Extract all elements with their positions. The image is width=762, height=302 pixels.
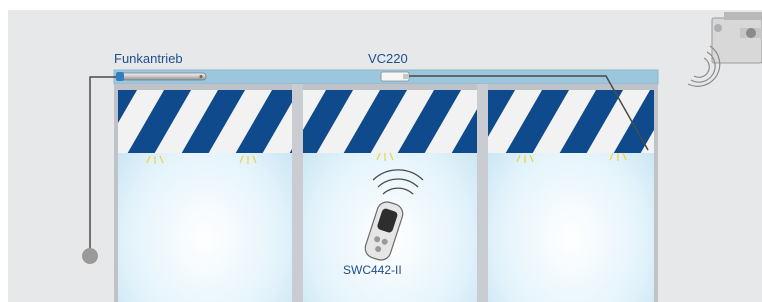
mullion-right bbox=[477, 84, 488, 302]
window-pane-left bbox=[118, 90, 292, 302]
motor-label: Funkantrieb bbox=[114, 51, 183, 66]
receiver-label: VC220 bbox=[368, 51, 408, 66]
window-pane-right bbox=[488, 90, 654, 302]
remote-label: SWC442-II bbox=[343, 263, 402, 277]
mullion-left bbox=[292, 84, 303, 302]
awning-system-diagram: Funkantrieb VC220 SWC442-II bbox=[0, 0, 762, 302]
diagram-canvas bbox=[0, 0, 762, 302]
tubular-motor-icon bbox=[115, 72, 207, 81]
receiver-box-icon bbox=[380, 71, 410, 82]
weather-sensor-icon bbox=[711, 12, 762, 64]
cable-end-dot-icon bbox=[82, 248, 98, 264]
